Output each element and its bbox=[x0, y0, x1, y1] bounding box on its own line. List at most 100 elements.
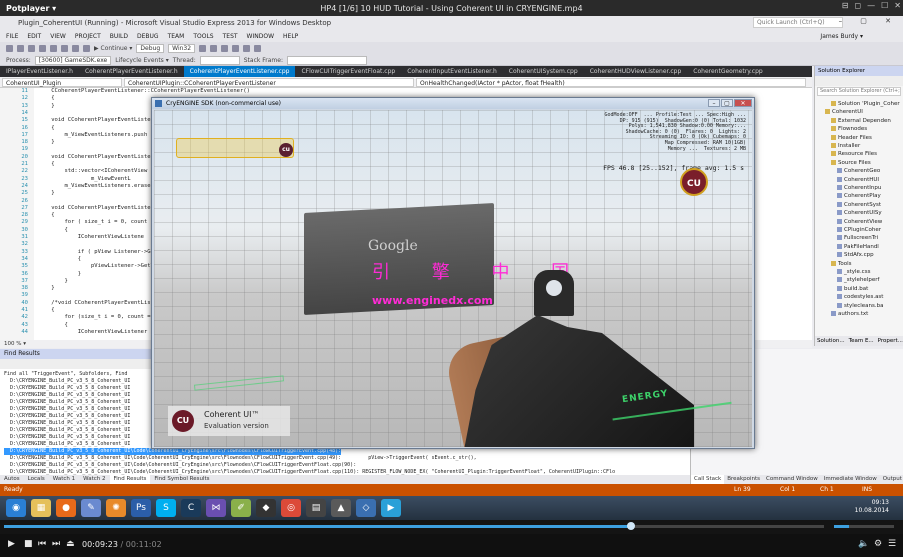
menu-edit[interactable]: EDIT bbox=[27, 33, 41, 40]
project-scope-select[interactable]: CoherentUI_Plugin bbox=[2, 78, 122, 87]
find-result-line[interactable]: D:\CRYENGINE_Build_PC_v3_5_8_Coherent_UI bbox=[4, 413, 130, 420]
document-tab[interactable]: CoherentInputEventListener.h bbox=[401, 66, 503, 77]
right-bottom-tab[interactable]: Command Window bbox=[763, 475, 821, 484]
cryengine-close-button[interactable]: ✕ bbox=[734, 99, 752, 107]
tab-properties[interactable]: Propert... bbox=[878, 336, 903, 346]
thread-select[interactable] bbox=[199, 55, 240, 65]
redo-icon[interactable] bbox=[83, 44, 90, 52]
play-icon[interactable]: ▶ bbox=[8, 539, 15, 549]
film-icon[interactable]: ▤ bbox=[306, 499, 326, 517]
class-scope-select[interactable]: CoherentUIPlugin::CCoherentPlayerEventLi… bbox=[124, 78, 414, 87]
process-select[interactable]: [30600] GameSDK.exe bbox=[34, 55, 112, 65]
solution-item[interactable]: FullscreenTri bbox=[837, 234, 878, 242]
right-bottom-tab[interactable]: Call Stack bbox=[691, 475, 725, 484]
solution-item[interactable]: StdAfx.cpp bbox=[837, 251, 874, 259]
firefox-icon[interactable]: ● bbox=[56, 499, 76, 517]
right-bottom-tab[interactable]: Breakpoints bbox=[724, 475, 763, 484]
solution-item[interactable]: codestyles.ast bbox=[837, 293, 883, 301]
step-into-icon[interactable] bbox=[243, 44, 251, 52]
find-result-line[interactable]: D:\CRYENGINE_Build_PC_v3_5_8_Coherent_UI bbox=[4, 420, 130, 427]
menu-window[interactable]: WINDOW bbox=[247, 33, 274, 40]
solution-item[interactable]: Resource Files bbox=[831, 150, 877, 158]
document-tab[interactable]: CoherentPlayerEventListener.h bbox=[79, 66, 184, 77]
blender-icon[interactable]: ✺ bbox=[106, 499, 126, 517]
solution-item[interactable]: Tools bbox=[831, 260, 852, 268]
bottom-tab[interactable]: Watch 2 bbox=[79, 475, 109, 484]
forward-icon[interactable] bbox=[17, 44, 24, 52]
solution-item[interactable]: CoherentSyst bbox=[837, 201, 881, 209]
next-icon[interactable]: ⏭ bbox=[52, 539, 60, 549]
find-result-line[interactable]: D:\CRYENGINE_Build_PC_v3_5_8_Coherent_UI bbox=[4, 441, 130, 448]
stack-frame-select[interactable] bbox=[286, 55, 367, 65]
cry-icon[interactable]: ▲ bbox=[331, 499, 351, 517]
solution-item[interactable]: _style.css bbox=[837, 268, 870, 276]
player-maximize-button[interactable]: ☐ bbox=[881, 1, 888, 10]
menu-icon[interactable]: ☰ bbox=[888, 539, 896, 549]
solution-item[interactable]: CoherentUI bbox=[825, 108, 863, 116]
photoshop-icon[interactable]: Ps bbox=[131, 499, 151, 517]
find-result-line[interactable]: D:\CRYENGINE_Build_PC_v3_5_8_Coherent_UI bbox=[4, 434, 130, 441]
stop-icon[interactable]: ■ bbox=[24, 539, 33, 549]
user-account[interactable]: James Burdy ▾ bbox=[820, 33, 863, 40]
save-icon[interactable] bbox=[50, 44, 57, 52]
lifecycle-events-button[interactable]: Lifecycle Events ▾ bbox=[115, 57, 168, 64]
find-result-line[interactable]: D:\CRYENGINE_Build_PC_v3_5_8_Coherent_UI bbox=[4, 427, 130, 434]
solution-item[interactable]: CoherentView bbox=[837, 218, 882, 226]
notepad-icon[interactable]: ✐ bbox=[231, 499, 251, 517]
solution-item[interactable]: _stylehelperf bbox=[837, 276, 879, 284]
find-result-line[interactable]: D:\CRYENGINE_Build_PC_v3_5_8_Coherent_UI bbox=[4, 385, 130, 392]
cryengine-minimize-button[interactable]: – bbox=[708, 99, 720, 107]
settings-icon[interactable]: ⚙ bbox=[874, 539, 882, 549]
tab-solution-explorer[interactable]: Solution... bbox=[817, 336, 845, 346]
find-result-line[interactable]: D:\CRYENGINE_Build_PC_v3_5_8_Coherent_UI bbox=[4, 392, 130, 399]
stop-icon[interactable] bbox=[210, 44, 218, 52]
player-close-button[interactable]: ✕ bbox=[894, 1, 901, 10]
find-result-line[interactable]: D:\CRYENGINE_Build_PC_v3_5_8_Coherent_UI bbox=[4, 406, 130, 413]
seek-bar[interactable] bbox=[4, 522, 824, 530]
player-pin-button[interactable]: ⊟ bbox=[842, 1, 849, 10]
solution-item[interactable]: authors.txt bbox=[831, 310, 868, 318]
document-tab[interactable]: CoherentGeometry.cpp bbox=[687, 66, 768, 77]
previous-icon[interactable]: ⏮ bbox=[38, 539, 46, 549]
menu-build[interactable]: BUILD bbox=[110, 33, 128, 40]
solution-item[interactable]: CoherentUISy bbox=[837, 209, 882, 217]
back-icon[interactable] bbox=[6, 44, 13, 52]
solution-item[interactable]: CoherentGeo bbox=[837, 167, 880, 175]
step-out-icon[interactable] bbox=[254, 44, 262, 52]
document-tab[interactable]: CoherentPlayerEventListener.cpp bbox=[183, 66, 296, 77]
player-mode-button[interactable]: ◻ bbox=[854, 1, 861, 10]
solution-item[interactable]: CoherentInpu bbox=[837, 184, 881, 192]
menu-test[interactable]: TEST bbox=[223, 33, 238, 40]
vs-icon[interactable]: ⋈ bbox=[206, 499, 226, 517]
vs-window-controls[interactable]: – ▢ ✕ bbox=[839, 17, 899, 25]
menu-project[interactable]: PROJECT bbox=[75, 33, 101, 40]
menu-tools[interactable]: TOOLS bbox=[193, 33, 213, 40]
find-result-line[interactable]: D:\CRYENGINE_Build_PC_v3_5_8_Coherent_UI… bbox=[4, 462, 356, 469]
bottom-tab[interactable]: Locals bbox=[24, 475, 49, 484]
menu-help[interactable]: HELP bbox=[283, 33, 298, 40]
solution-item[interactable]: CoherentPlay bbox=[837, 192, 881, 200]
pause-icon[interactable] bbox=[199, 44, 207, 52]
method-scope-select[interactable]: OnHealthChanged(IActor * pActor, float f… bbox=[416, 78, 806, 87]
solution-item[interactable]: Installer bbox=[831, 142, 860, 150]
skype-icon[interactable]: S bbox=[156, 499, 176, 517]
bottom-tab[interactable]: Watch 1 bbox=[49, 475, 79, 484]
quick-launch-input[interactable]: Quick Launch (Ctrl+Q) bbox=[753, 17, 843, 28]
right-bottom-tab[interactable]: Output bbox=[880, 475, 903, 484]
restart-icon[interactable] bbox=[221, 44, 229, 52]
solution-item[interactable]: build.bat bbox=[837, 285, 868, 293]
save-all-icon[interactable] bbox=[61, 44, 68, 52]
bottom-tab[interactable]: Autos bbox=[0, 475, 24, 484]
seek-thumb[interactable] bbox=[627, 522, 636, 530]
find-result-line[interactable]: D:\CRYENGINE_Build_PC_v3_5_8_Coherent_UI bbox=[4, 399, 130, 406]
right-bottom-tab[interactable]: Immediate Window bbox=[821, 475, 880, 484]
coherent-icon[interactable]: C bbox=[181, 499, 201, 517]
start-orb-icon[interactable]: ◉ bbox=[6, 499, 26, 517]
bottom-tab[interactable]: Find Symbol Results bbox=[150, 475, 213, 484]
menu-view[interactable]: VIEW bbox=[50, 33, 66, 40]
explorer-icon[interactable]: ▦ bbox=[31, 499, 51, 517]
open-icon[interactable] bbox=[39, 44, 46, 52]
solution-item[interactable]: Source Files bbox=[831, 159, 871, 167]
solution-item[interactable]: PakFileHandl bbox=[837, 243, 879, 251]
solution-item[interactable]: External Dependen bbox=[831, 117, 891, 125]
